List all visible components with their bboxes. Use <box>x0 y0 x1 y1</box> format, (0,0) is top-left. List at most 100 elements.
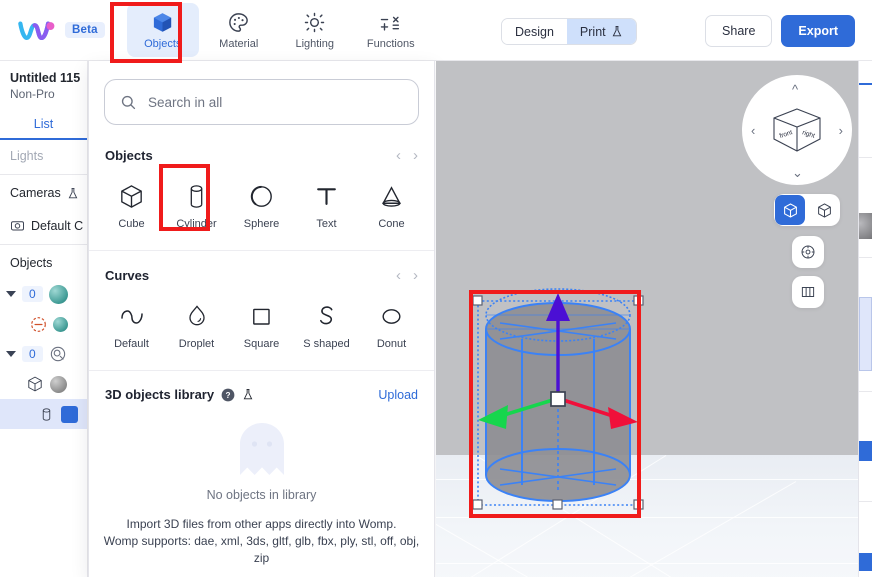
palette-icon <box>227 11 250 35</box>
camera-icon <box>11 221 24 231</box>
sidebar-tree-row-cylinder[interactable] <box>0 399 87 429</box>
columns-tool-button[interactable] <box>792 276 824 308</box>
toolbar-tab-objects[interactable]: Objects <box>126 3 199 57</box>
sidebar-section-objects: Objects <box>0 247 87 279</box>
library-section-header: 3D objects library ? Upload <box>89 387 434 402</box>
nav-left-icon[interactable]: ‹ <box>751 123 755 138</box>
mode-design-button[interactable]: Design <box>502 19 567 44</box>
upload-link[interactable]: Upload <box>378 388 418 402</box>
sidebar-tab-list[interactable]: List <box>0 111 87 138</box>
nav-right-icon[interactable]: › <box>839 123 843 138</box>
objects-section-header: Objects ‹ › <box>89 147 434 164</box>
toolbar-tab-lighting-label: Lighting <box>295 37 334 50</box>
flask-icon[interactable] <box>242 388 254 401</box>
scene-cylinder-object[interactable] <box>448 279 668 535</box>
brand-logo[interactable]: Beta <box>18 17 105 43</box>
object-item-cone[interactable]: Cone <box>359 172 424 236</box>
share-button[interactable]: Share <box>705 15 773 47</box>
curve-item-droplet-label: Droplet <box>178 338 215 350</box>
sidebar-item-default-camera[interactable]: Default C <box>0 209 87 242</box>
curve-item-donut[interactable]: Donut <box>359 292 424 356</box>
object-item-text-label: Text <box>316 218 337 230</box>
view-orientation-widget[interactable]: front right ^ ⌄ ‹ › <box>742 75 852 185</box>
object-item-cube[interactable]: Cube <box>99 172 164 236</box>
nav-down-icon[interactable]: ⌄ <box>792 165 803 181</box>
right-properties-panel-cropped[interactable] <box>858 61 872 577</box>
toolbar-tab-lighting[interactable]: Lighting <box>279 3 351 57</box>
cube-icon <box>28 376 42 392</box>
objects-item-row: Cube Cylinder Sphere Text Cone <box>89 172 434 236</box>
top-toolbar: Beta Objects Material Lighting Functions… <box>0 0 872 61</box>
cylinder-icon <box>184 180 209 212</box>
sphere-icon <box>248 180 275 212</box>
mode-print-button[interactable]: Print <box>566 19 636 44</box>
cylinder-icon <box>42 407 51 421</box>
objects-section-pager: ‹ › <box>396 147 418 164</box>
curve-item-droplet[interactable]: Droplet <box>164 292 229 356</box>
sidebar-divider-1 <box>0 174 87 175</box>
objects-dropdown-panel: Search in all Objects ‹ › Cube Cylinder … <box>88 61 435 577</box>
search-input-wrapper[interactable]: Search in all <box>104 79 419 125</box>
curves-item-row: Default Droplet Square S shaped Donut <box>89 292 434 356</box>
square-icon <box>249 300 274 332</box>
curves-section-pager: ‹ › <box>396 267 418 284</box>
solid-view-icon <box>783 202 797 218</box>
object-item-text[interactable]: Text <box>294 172 359 236</box>
left-sidebar: Untitled 115 Non-Pro List Lights Cameras… <box>0 61 88 577</box>
object-item-cylinder-label: Cylinder <box>176 218 217 230</box>
sidebar-divider-2 <box>0 244 87 245</box>
sphere-swatch-icon <box>53 316 68 332</box>
curves-section-title: Curves <box>105 268 150 283</box>
nav-cube-icon[interactable]: front right <box>766 99 828 161</box>
document-title: Untitled 115 <box>10 71 81 85</box>
curve-item-s-shaped[interactable]: S shaped <box>294 292 359 356</box>
object-item-cylinder[interactable]: Cylinder <box>164 172 229 236</box>
search-input[interactable]: Search in all <box>148 95 222 110</box>
cube-icon <box>118 180 145 212</box>
gray-swatch-icon <box>50 375 67 393</box>
object-item-cube-label: Cube <box>118 218 145 230</box>
wire-view-button[interactable] <box>809 195 839 225</box>
toolbar-tab-functions-label: Functions <box>366 37 415 50</box>
curve-item-square-label: Square <box>243 338 280 350</box>
toolbar-tab-material[interactable]: Material <box>203 3 275 57</box>
curve-item-square[interactable]: Square <box>229 292 294 356</box>
mode-design-label: Design <box>515 24 554 39</box>
objects-section-title: Objects <box>105 148 153 163</box>
flask-icon <box>612 25 621 37</box>
chevron-right-icon[interactable]: › <box>413 267 418 284</box>
chevron-down-icon[interactable] <box>6 351 16 357</box>
app-root: Beta Objects Material Lighting Functions… <box>0 0 872 577</box>
import-help-line-1: Import 3D files from other apps directly… <box>126 517 397 531</box>
chevron-left-icon[interactable]: ‹ <box>396 147 401 164</box>
chevron-down-icon[interactable] <box>6 291 16 297</box>
sidebar-section-cameras[interactable]: Cameras <box>0 177 87 209</box>
orbit-tool-button[interactable] <box>792 236 824 268</box>
sidebar-tree-row-group-1[interactable]: 0 <box>0 339 87 369</box>
curve-item-default-label: Default <box>114 338 149 350</box>
sidebar-tree-row-subtract[interactable] <box>0 309 87 339</box>
export-button[interactable]: Export <box>781 15 855 47</box>
nav-up-icon[interactable]: ^ <box>792 82 798 97</box>
object-item-sphere[interactable]: Sphere <box>229 172 294 236</box>
solid-view-button[interactable] <box>775 195 805 225</box>
curve-item-default[interactable]: Default <box>99 292 164 356</box>
wire-view-icon <box>817 202 831 218</box>
toolbar-tab-functions[interactable]: Functions <box>355 3 427 57</box>
droplet-icon <box>185 300 209 332</box>
question-circle-icon[interactable]: ? <box>221 388 235 402</box>
chevron-left-icon[interactable]: ‹ <box>396 267 401 284</box>
sidebar-tabs: List <box>0 111 87 140</box>
sidebar-tree-row-cube[interactable] <box>0 369 87 399</box>
sidebar-tree-row-group-0[interactable]: 0 <box>0 279 87 309</box>
library-section-title-wrap: 3D objects library ? <box>105 387 254 402</box>
viewport-3d[interactable]: front right ^ ⌄ ‹ › <box>436 61 872 577</box>
header-actions: Share Export <box>705 15 855 47</box>
toolbar-tab-material-label: Material <box>219 37 259 50</box>
sidebar-section-lights[interactable]: Lights <box>0 140 87 172</box>
design-print-switch: Design Print <box>501 18 637 45</box>
womp-logo-icon <box>18 21 55 41</box>
object-item-sphere-label: Sphere <box>243 218 280 230</box>
chevron-right-icon[interactable]: › <box>413 147 418 164</box>
math-ops-icon <box>378 11 404 35</box>
